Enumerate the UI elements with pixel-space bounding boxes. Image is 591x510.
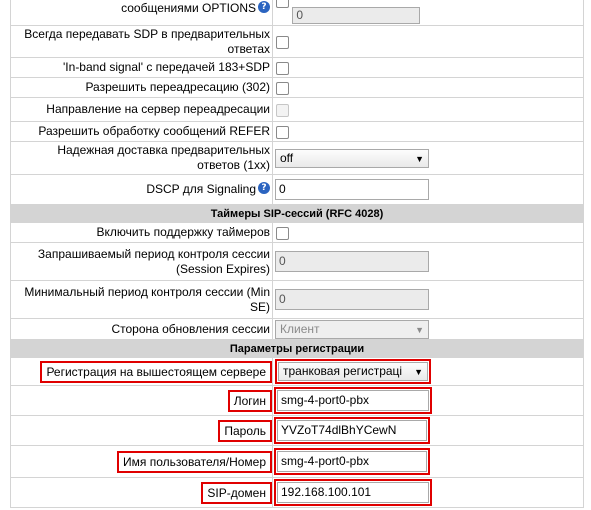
row-password: Пароль YVZoT74dlBhYCewN [10, 415, 584, 446]
password-label: Пароль [218, 419, 272, 442]
row-upstream: Регистрация на вышестоящем сервере транк… [10, 357, 584, 386]
username-label: Имя пользователя/Номер [117, 450, 272, 473]
row-refresher: Сторона обновления сессии Клиент ▼ [10, 318, 584, 340]
registration-section-title: Параметры регистрации [229, 342, 365, 355]
row-sdp: Всегда передавать SDP в предварительных … [10, 25, 584, 58]
domain-label: SIP-домен [201, 481, 272, 504]
login-label: Логин [227, 389, 272, 412]
row-min-se: Минимальный период контроля сессии (Min … [10, 280, 584, 319]
refresher-select-value: Клиент [280, 321, 320, 336]
row-dscp: DSCP для Signaling? 0 [10, 174, 584, 205]
min-se-input[interactable]: 0 [275, 289, 429, 310]
refer-checkbox[interactable] [276, 125, 289, 139]
chevron-down-icon: ▼ [415, 324, 424, 335]
dscp-input[interactable]: 0 [275, 179, 429, 200]
redirect-dir-label: Направление на сервер переадресации [46, 102, 270, 116]
row-redirect: Разрешить переадресацию (302) [10, 77, 584, 98]
sip-settings-table: сообщениями OPTIONS? 0 Всегда передавать… [10, 0, 584, 508]
username-input[interactable]: smg-4-port0-pbx [274, 448, 430, 475]
reliable-label: Надежная доставка предварительных ответо… [57, 143, 270, 172]
options-label: сообщениями OPTIONS [121, 0, 256, 15]
timers-enable-label: Включить поддержку таймеров [96, 225, 270, 239]
redirect-label: Разрешить переадресацию (302) [85, 80, 270, 94]
domain-input[interactable]: 192.168.100.101 [274, 479, 432, 506]
reliable-select[interactable]: off ▼ [275, 148, 429, 168]
row-redirect-dir: Направление на сервер переадресации [10, 97, 584, 122]
row-refer: Разрешить обработку сообщений REFER [10, 121, 584, 142]
section-timers: Таймеры SIP-сессий (RFC 4028) [10, 204, 584, 223]
sdp-label: Всегда передавать SDP в предварительных … [24, 26, 270, 56]
upstream-select-value: транковая регистраці [283, 364, 403, 378]
refer-label: Разрешить обработку сообщений REFER [38, 124, 270, 138]
upstream-label: Регистрация на вышестоящем сервере [40, 360, 272, 383]
section-registration: Параметры регистрации [10, 339, 584, 358]
inband-label: 'In-band signal' с передачей 183+SDP [63, 60, 270, 74]
chevron-down-icon: ▼ [414, 367, 423, 377]
options-checkbox[interactable] [276, 0, 289, 8]
help-icon[interactable]: ? [258, 182, 270, 194]
row-login: Логин smg-4-port0-pbx [10, 385, 584, 416]
redirect-checkbox[interactable] [276, 81, 289, 95]
reliable-select-value: off [280, 150, 294, 165]
row-timers-enable: Включить поддержку таймеров [10, 222, 584, 243]
min-se-label: Минимальный период контроля сессии (Min … [24, 284, 270, 314]
timers-enable-checkbox[interactable] [276, 226, 289, 240]
timers-section-title: Таймеры SIP-сессий (RFC 4028) [210, 207, 384, 220]
sdp-checkbox[interactable] [276, 35, 289, 49]
row-username: Имя пользователя/Номер smg-4-port0-pbx [10, 445, 584, 478]
row-session-expires: Запрашиваемый период контроля сессии (Se… [10, 242, 584, 281]
row-domain: SIP-домен 192.168.100.101 [10, 477, 584, 508]
help-icon[interactable]: ? [258, 0, 270, 13]
redirect-dir-checkbox[interactable] [276, 103, 289, 117]
password-input[interactable]: YVZoT74dlBhYCewN [274, 417, 430, 444]
dscp-label: DSCP для Signaling [146, 182, 256, 196]
upstream-select[interactable]: транковая регистраці ▼ [275, 359, 431, 384]
row-reliable: Надежная доставка предварительных ответо… [10, 141, 584, 175]
session-expires-input[interactable]: 0 [275, 251, 429, 272]
inband-checkbox[interactable] [276, 61, 289, 75]
refresher-select[interactable]: Клиент ▼ [275, 319, 429, 339]
session-expires-label: Запрашиваемый период контроля сессии (Se… [37, 246, 270, 276]
refresher-label: Сторона обновления сессии [111, 321, 270, 336]
chevron-down-icon: ▼ [415, 153, 424, 164]
options-input[interactable]: 0 [292, 6, 421, 24]
row-inband: 'In-band signal' с передачей 183+SDP [10, 57, 584, 78]
row-options: сообщениями OPTIONS? 0 [10, 0, 584, 26]
login-input[interactable]: smg-4-port0-pbx [274, 387, 432, 414]
